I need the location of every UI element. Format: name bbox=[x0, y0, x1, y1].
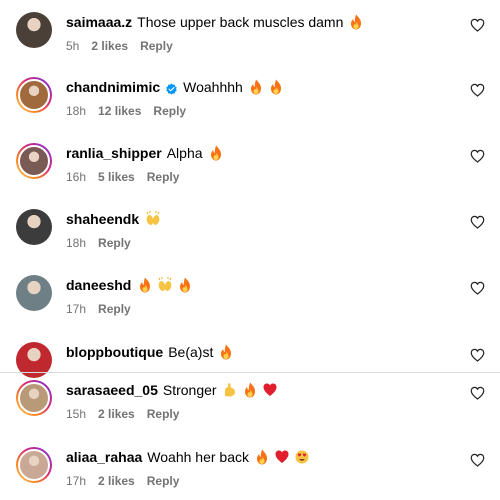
like-heart-icon[interactable] bbox=[470, 18, 485, 32]
fire-emoji-icon bbox=[178, 277, 192, 293]
comment-line: daneeshd bbox=[66, 275, 192, 295]
comment-line: saimaaa.z Those upper back muscles damn bbox=[66, 12, 363, 32]
comment-meta: 17h Reply bbox=[66, 301, 143, 317]
avatar[interactable] bbox=[16, 77, 52, 113]
fire-emoji-icon bbox=[255, 449, 269, 465]
comment-meta: 15h 2 likes Reply bbox=[66, 406, 191, 422]
timestamp: 18h bbox=[66, 236, 87, 250]
like-heart-icon[interactable] bbox=[470, 215, 485, 229]
avatar[interactable] bbox=[16, 275, 52, 311]
comment-meta: 16h 5 likes Reply bbox=[66, 169, 191, 185]
fire-emoji-icon bbox=[349, 14, 363, 30]
likes-count[interactable]: 5 likes bbox=[98, 170, 135, 184]
comment-meta: 18h 12 likes Reply bbox=[66, 103, 198, 119]
comment-line: bloppboutique Be(a)st bbox=[66, 342, 233, 362]
red-heart-emoji-icon bbox=[275, 449, 289, 465]
reply-button[interactable]: Reply bbox=[153, 104, 186, 118]
comment-meta: 18h Reply bbox=[66, 235, 143, 251]
likes-count[interactable]: 12 likes bbox=[98, 104, 141, 118]
timestamp: 17h bbox=[66, 302, 87, 316]
timestamp: 18h bbox=[66, 104, 87, 118]
raised-hands-emoji-icon bbox=[146, 211, 160, 227]
comment-line: shaheendk bbox=[66, 209, 160, 229]
fire-emoji-icon bbox=[219, 344, 233, 360]
avatar-photo-icon bbox=[16, 275, 52, 311]
avatar-photo-icon bbox=[16, 12, 52, 48]
timestamp: 17h bbox=[66, 474, 87, 488]
reply-button[interactable]: Reply bbox=[98, 302, 131, 316]
username-link[interactable]: sarasaeed_05 bbox=[66, 380, 158, 400]
reply-button[interactable]: Reply bbox=[147, 407, 180, 421]
avatar[interactable] bbox=[16, 447, 52, 483]
fire-emoji-icon bbox=[269, 79, 283, 95]
avatar-photo-icon bbox=[18, 382, 50, 414]
comment-text: Woahhhh bbox=[183, 79, 243, 95]
avatar-photo-icon bbox=[18, 79, 50, 111]
reply-button[interactable]: Reply bbox=[98, 236, 131, 250]
avatar-photo-icon bbox=[16, 209, 52, 245]
like-heart-icon[interactable] bbox=[470, 348, 485, 362]
likes-count[interactable]: 2 likes bbox=[91, 39, 128, 53]
comment-line: ranlia_shipper Alpha bbox=[66, 143, 223, 163]
comment-line: sarasaeed_05 Stronger bbox=[66, 380, 277, 400]
username-link[interactable]: aliaa_rahaa bbox=[66, 447, 142, 467]
username-link[interactable]: daneeshd bbox=[66, 275, 131, 295]
divider bbox=[0, 372, 500, 373]
like-heart-icon[interactable] bbox=[470, 281, 485, 295]
username-link[interactable]: ranlia_shipper bbox=[66, 143, 162, 163]
red-heart-emoji-icon bbox=[263, 382, 277, 398]
timestamp: 5h bbox=[66, 39, 80, 53]
comment-text: Those upper back muscles damn bbox=[137, 14, 344, 30]
reply-button[interactable]: Reply bbox=[147, 474, 180, 488]
likes-count[interactable]: 2 likes bbox=[98, 407, 135, 421]
raised-hands-emoji-icon bbox=[158, 277, 172, 293]
username-link[interactable]: chandnimimic bbox=[66, 77, 160, 97]
comment-line: aliaa_rahaa Woahh her back bbox=[66, 447, 309, 467]
fire-emoji-icon bbox=[243, 382, 257, 398]
likes-count[interactable]: 2 likes bbox=[98, 474, 135, 488]
fire-emoji-icon bbox=[209, 145, 223, 161]
avatar-photo-icon bbox=[18, 449, 50, 481]
comment-text: Woahh her back bbox=[147, 449, 249, 465]
username-link[interactable]: saimaaa.z bbox=[66, 12, 132, 32]
like-heart-icon[interactable] bbox=[470, 453, 485, 467]
avatar[interactable] bbox=[16, 12, 52, 48]
username-link[interactable]: bloppboutique bbox=[66, 342, 163, 362]
timestamp: 15h bbox=[66, 407, 87, 421]
avatar[interactable] bbox=[16, 380, 52, 416]
comment-text: Be(a)st bbox=[168, 344, 214, 360]
comment-line: chandnimimic Woahhhh bbox=[66, 77, 283, 97]
reply-button[interactable]: Reply bbox=[140, 39, 173, 53]
avatar[interactable] bbox=[16, 143, 52, 179]
comment-text: Alpha bbox=[166, 145, 203, 161]
like-heart-icon[interactable] bbox=[470, 386, 485, 400]
comment-meta: 17h 2 likes Reply bbox=[66, 473, 191, 489]
comment-text: Stronger bbox=[162, 382, 217, 398]
flexed-biceps-emoji-icon bbox=[223, 382, 237, 398]
like-heart-icon[interactable] bbox=[470, 83, 485, 97]
reply-button[interactable]: Reply bbox=[147, 170, 180, 184]
verified-badge-icon bbox=[165, 81, 178, 95]
heart-eyes-emoji-icon bbox=[295, 449, 309, 465]
avatar-photo-icon bbox=[18, 145, 50, 177]
fire-emoji-icon bbox=[249, 79, 263, 95]
avatar[interactable] bbox=[16, 209, 52, 245]
comment-meta: 5h 2 likes Reply bbox=[66, 38, 185, 54]
like-heart-icon[interactable] bbox=[470, 149, 485, 163]
fire-emoji-icon bbox=[138, 277, 152, 293]
timestamp: 16h bbox=[66, 170, 87, 184]
username-link[interactable]: shaheendk bbox=[66, 209, 139, 229]
